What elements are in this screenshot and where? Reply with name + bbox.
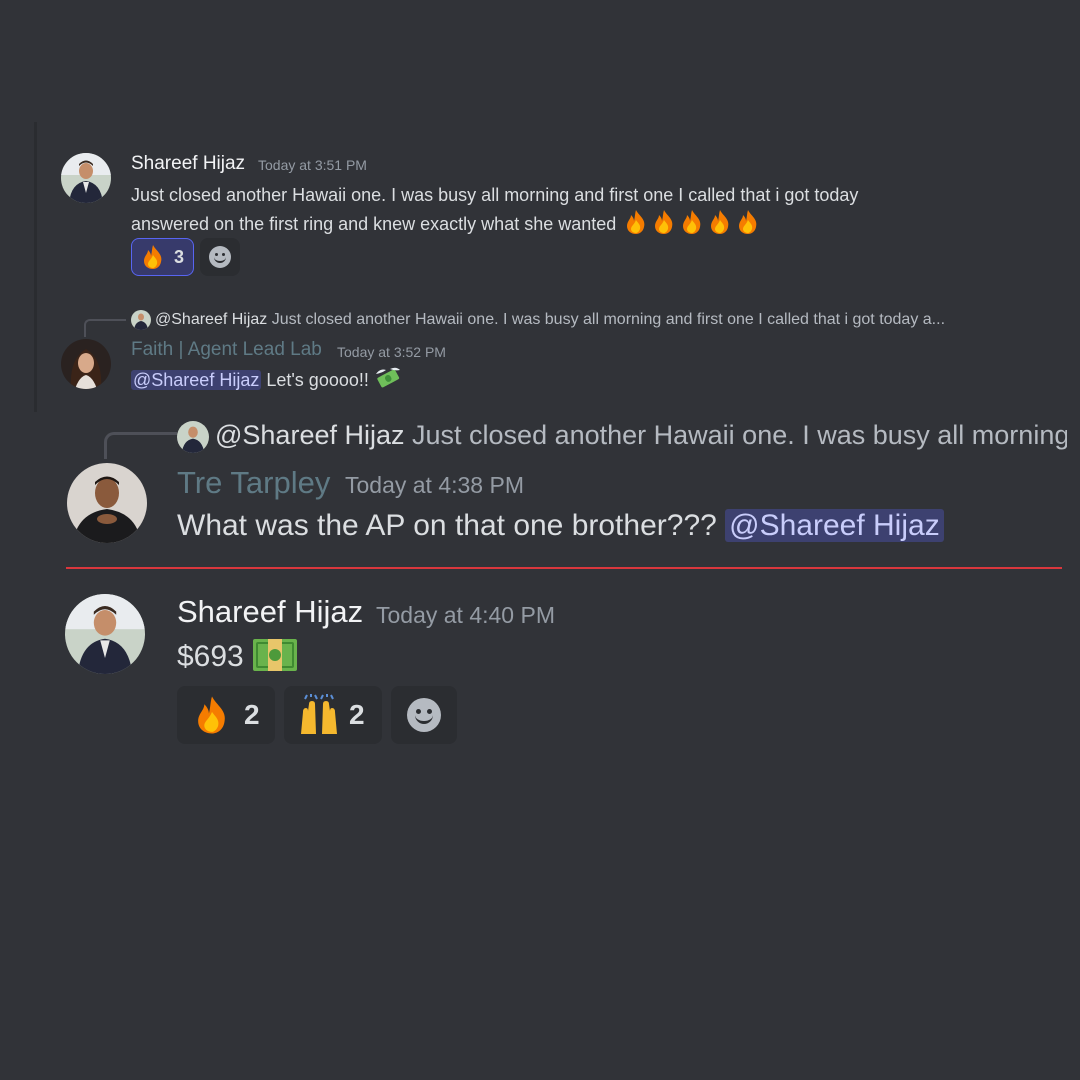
message-line-2-text: answered on the first ring and knew exac… — [131, 214, 617, 234]
fire-emoji-row — [623, 209, 763, 243]
fire-icon — [144, 245, 162, 269]
timestamp: Today at 4:38 PM — [345, 472, 524, 498]
dollar-banknote-icon — [253, 639, 298, 671]
avatar-shareef-mini — [131, 309, 151, 330]
avatar-shareef-mini — [177, 420, 209, 453]
user-mention[interactable]: @Shareef Hijaz — [131, 370, 262, 390]
reaction-count: 2 — [244, 699, 260, 730]
reply-spine — [84, 319, 126, 337]
timestamp: Today at 3:52 PM — [337, 344, 446, 360]
timestamp: Today at 3:51 PM — [258, 157, 367, 173]
user-mention[interactable]: @Shareef Hijaz — [725, 509, 944, 542]
money-with-wings-icon — [375, 367, 400, 388]
timestamp: Today at 4:40 PM — [376, 602, 555, 628]
fire-icon — [198, 696, 225, 734]
message-text: Just closed another Hawaii one. I was bu… — [131, 181, 858, 243]
avatar-shareef[interactable] — [61, 153, 111, 203]
message-line-1: Just closed another Hawaii one. I was bu… — [131, 185, 859, 205]
reply-mention: @Shareef Hijaz — [155, 311, 268, 328]
author-name[interactable]: Faith | Agent Lead Lab — [131, 339, 322, 361]
smiley-icon — [209, 246, 231, 268]
reply-mention: @Shareef Hijaz — [215, 420, 405, 450]
reply-snippet: Just closed another Hawaii one. I was bu… — [271, 311, 946, 328]
message-line-2: answered on the first ring and knew exac… — [131, 209, 858, 243]
message-text: What was the AP on that one brother??? @… — [177, 505, 944, 547]
add-reaction-button[interactable] — [391, 686, 457, 744]
message-text: @Shareef Hijaz Let's goooo!! — [131, 366, 402, 393]
smiley-icon — [407, 698, 441, 732]
reaction-count: 2 — [349, 699, 365, 730]
avatar-shareef[interactable] — [65, 594, 145, 674]
reaction-raising-hands[interactable]: 2 — [284, 686, 382, 744]
add-reaction-button[interactable] — [200, 238, 240, 276]
avatar-faith[interactable] — [61, 339, 111, 389]
author-name[interactable]: Tre Tarpley — [177, 465, 330, 501]
message-text-content: $693 — [177, 640, 244, 673]
fire-icon — [627, 210, 757, 234]
message-text: $693 — [177, 636, 298, 678]
message-text-content: Let's goooo!! — [266, 370, 369, 390]
raising-hands-icon — [301, 694, 337, 734]
new-messages-divider — [66, 567, 1062, 569]
reaction-count: 3 — [174, 246, 185, 267]
message-text-content: What was the AP on that one brother??? — [177, 509, 717, 542]
avatar-tre[interactable] — [67, 463, 147, 543]
reply-preview[interactable]: @Shareef Hijaz Just closed another Hawai… — [177, 418, 1067, 453]
author-name[interactable]: Shareef Hijaz — [131, 153, 245, 175]
reaction-fire[interactable]: 3 — [131, 238, 194, 276]
author-name[interactable]: Shareef Hijaz — [177, 594, 363, 630]
reply-spine — [104, 432, 177, 459]
reply-preview[interactable]: @Shareef Hijaz Just closed another Hawai… — [131, 309, 1031, 331]
reaction-fire[interactable]: 2 — [177, 686, 275, 744]
thread-left-border — [34, 122, 37, 412]
reply-snippet: Just closed another Hawaii one. I was bu… — [412, 420, 1067, 450]
